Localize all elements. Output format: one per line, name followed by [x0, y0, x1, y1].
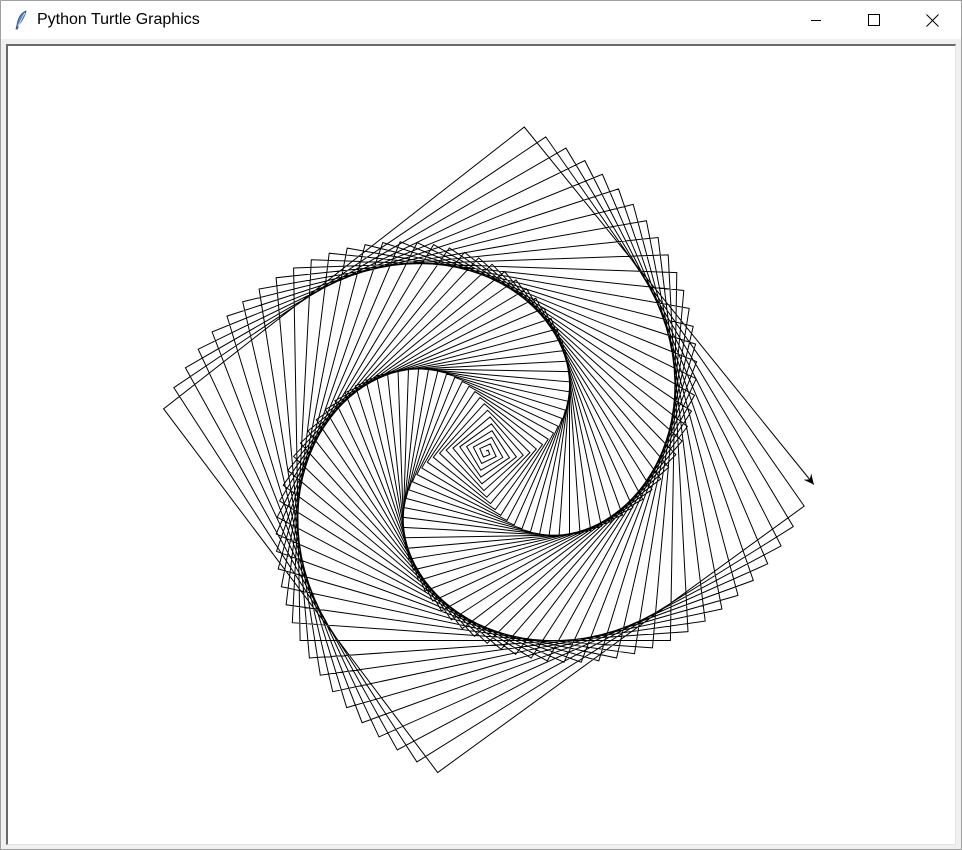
turtle-canvas[interactable]: [8, 46, 955, 844]
turtle-cursor-icon: [803, 473, 814, 485]
minimize-icon: [810, 14, 822, 26]
turtle-canvas-frame: [6, 44, 956, 845]
turtle-window: Python Turtle Graphics: [0, 0, 962, 850]
maximize-button[interactable]: [845, 1, 903, 39]
close-button[interactable]: [903, 1, 961, 39]
window-title: Python Turtle Graphics: [37, 11, 200, 28]
minimize-button[interactable]: [787, 1, 845, 39]
spiral-drawing: [162, 126, 815, 774]
maximize-icon: [868, 14, 880, 26]
feather-icon: [13, 10, 29, 30]
close-icon: [925, 13, 939, 27]
title-bar[interactable]: Python Turtle Graphics: [1, 1, 961, 39]
